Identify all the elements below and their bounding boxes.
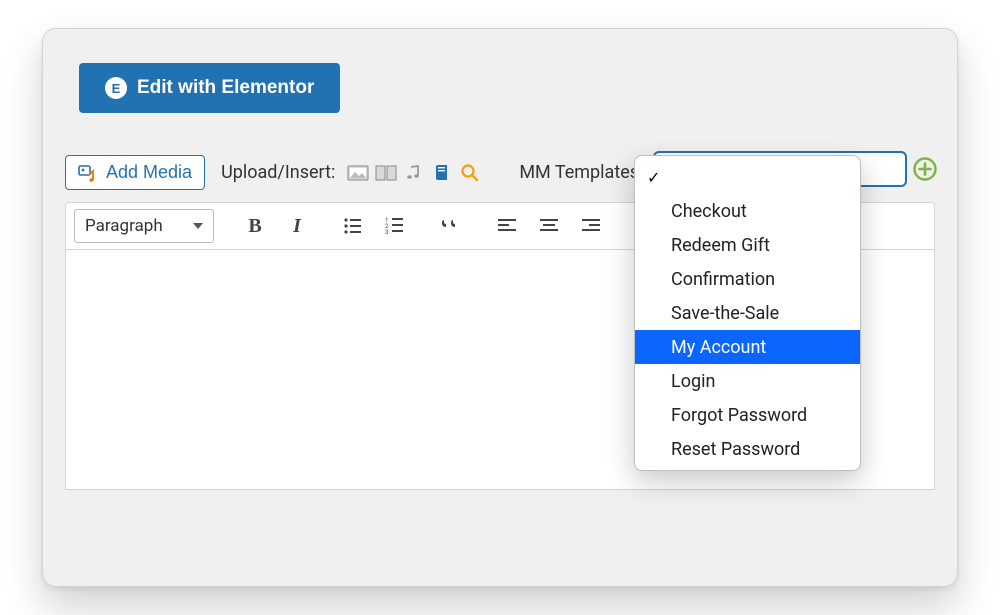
mm-templates-dropdown: Checkout Redeem Gift Confirmation Save-t… xyxy=(634,155,861,471)
dropdown-item-save-the-sale[interactable]: Save-the-Sale xyxy=(635,296,860,330)
insert-book-icon[interactable] xyxy=(431,164,453,182)
edit-with-elementor-button[interactable]: E Edit with Elementor xyxy=(79,63,340,113)
format-select[interactable]: Paragraph xyxy=(74,209,214,243)
add-template-button[interactable] xyxy=(913,157,937,181)
dropdown-item-confirmation[interactable]: Confirmation xyxy=(635,262,860,296)
bullet-list-button[interactable] xyxy=(334,209,372,243)
mm-templates-label: MM Templates xyxy=(519,162,639,183)
insert-audio-icon[interactable] xyxy=(403,164,425,182)
search-icon[interactable] xyxy=(459,164,481,182)
add-media-label: Add Media xyxy=(106,162,192,183)
blockquote-button[interactable] xyxy=(432,209,470,243)
add-media-button[interactable]: Add Media xyxy=(65,155,205,190)
dropdown-item-my-account[interactable]: My Account xyxy=(635,330,860,364)
insert-gallery-icon[interactable] xyxy=(375,164,397,182)
insert-image-icon[interactable] xyxy=(347,164,369,182)
numbered-list-button[interactable]: 123 xyxy=(376,209,414,243)
dropdown-item-checkout[interactable]: Checkout xyxy=(635,194,860,228)
dropdown-item-forgot-password[interactable]: Forgot Password xyxy=(635,398,860,432)
upload-insert-label: Upload/Insert: xyxy=(221,162,335,183)
elementor-icon: E xyxy=(105,77,127,99)
dropdown-item-redeem-gift[interactable]: Redeem Gift xyxy=(635,228,860,262)
camera-music-icon xyxy=(78,163,98,183)
chevron-down-icon xyxy=(193,223,203,229)
align-right-button[interactable] xyxy=(572,209,610,243)
align-left-button[interactable] xyxy=(488,209,526,243)
bold-button[interactable]: B xyxy=(236,209,274,243)
format-select-value: Paragraph xyxy=(85,216,163,236)
svg-text:3: 3 xyxy=(385,229,388,236)
dropdown-item-login[interactable]: Login xyxy=(635,364,860,398)
italic-button[interactable]: I xyxy=(278,209,316,243)
dropdown-item-reset-password[interactable]: Reset Password xyxy=(635,432,860,466)
insert-icons-group xyxy=(347,164,481,182)
align-center-button[interactable] xyxy=(530,209,568,243)
elementor-button-label: Edit with Elementor xyxy=(137,77,314,99)
dropdown-item-blank[interactable] xyxy=(635,160,860,194)
